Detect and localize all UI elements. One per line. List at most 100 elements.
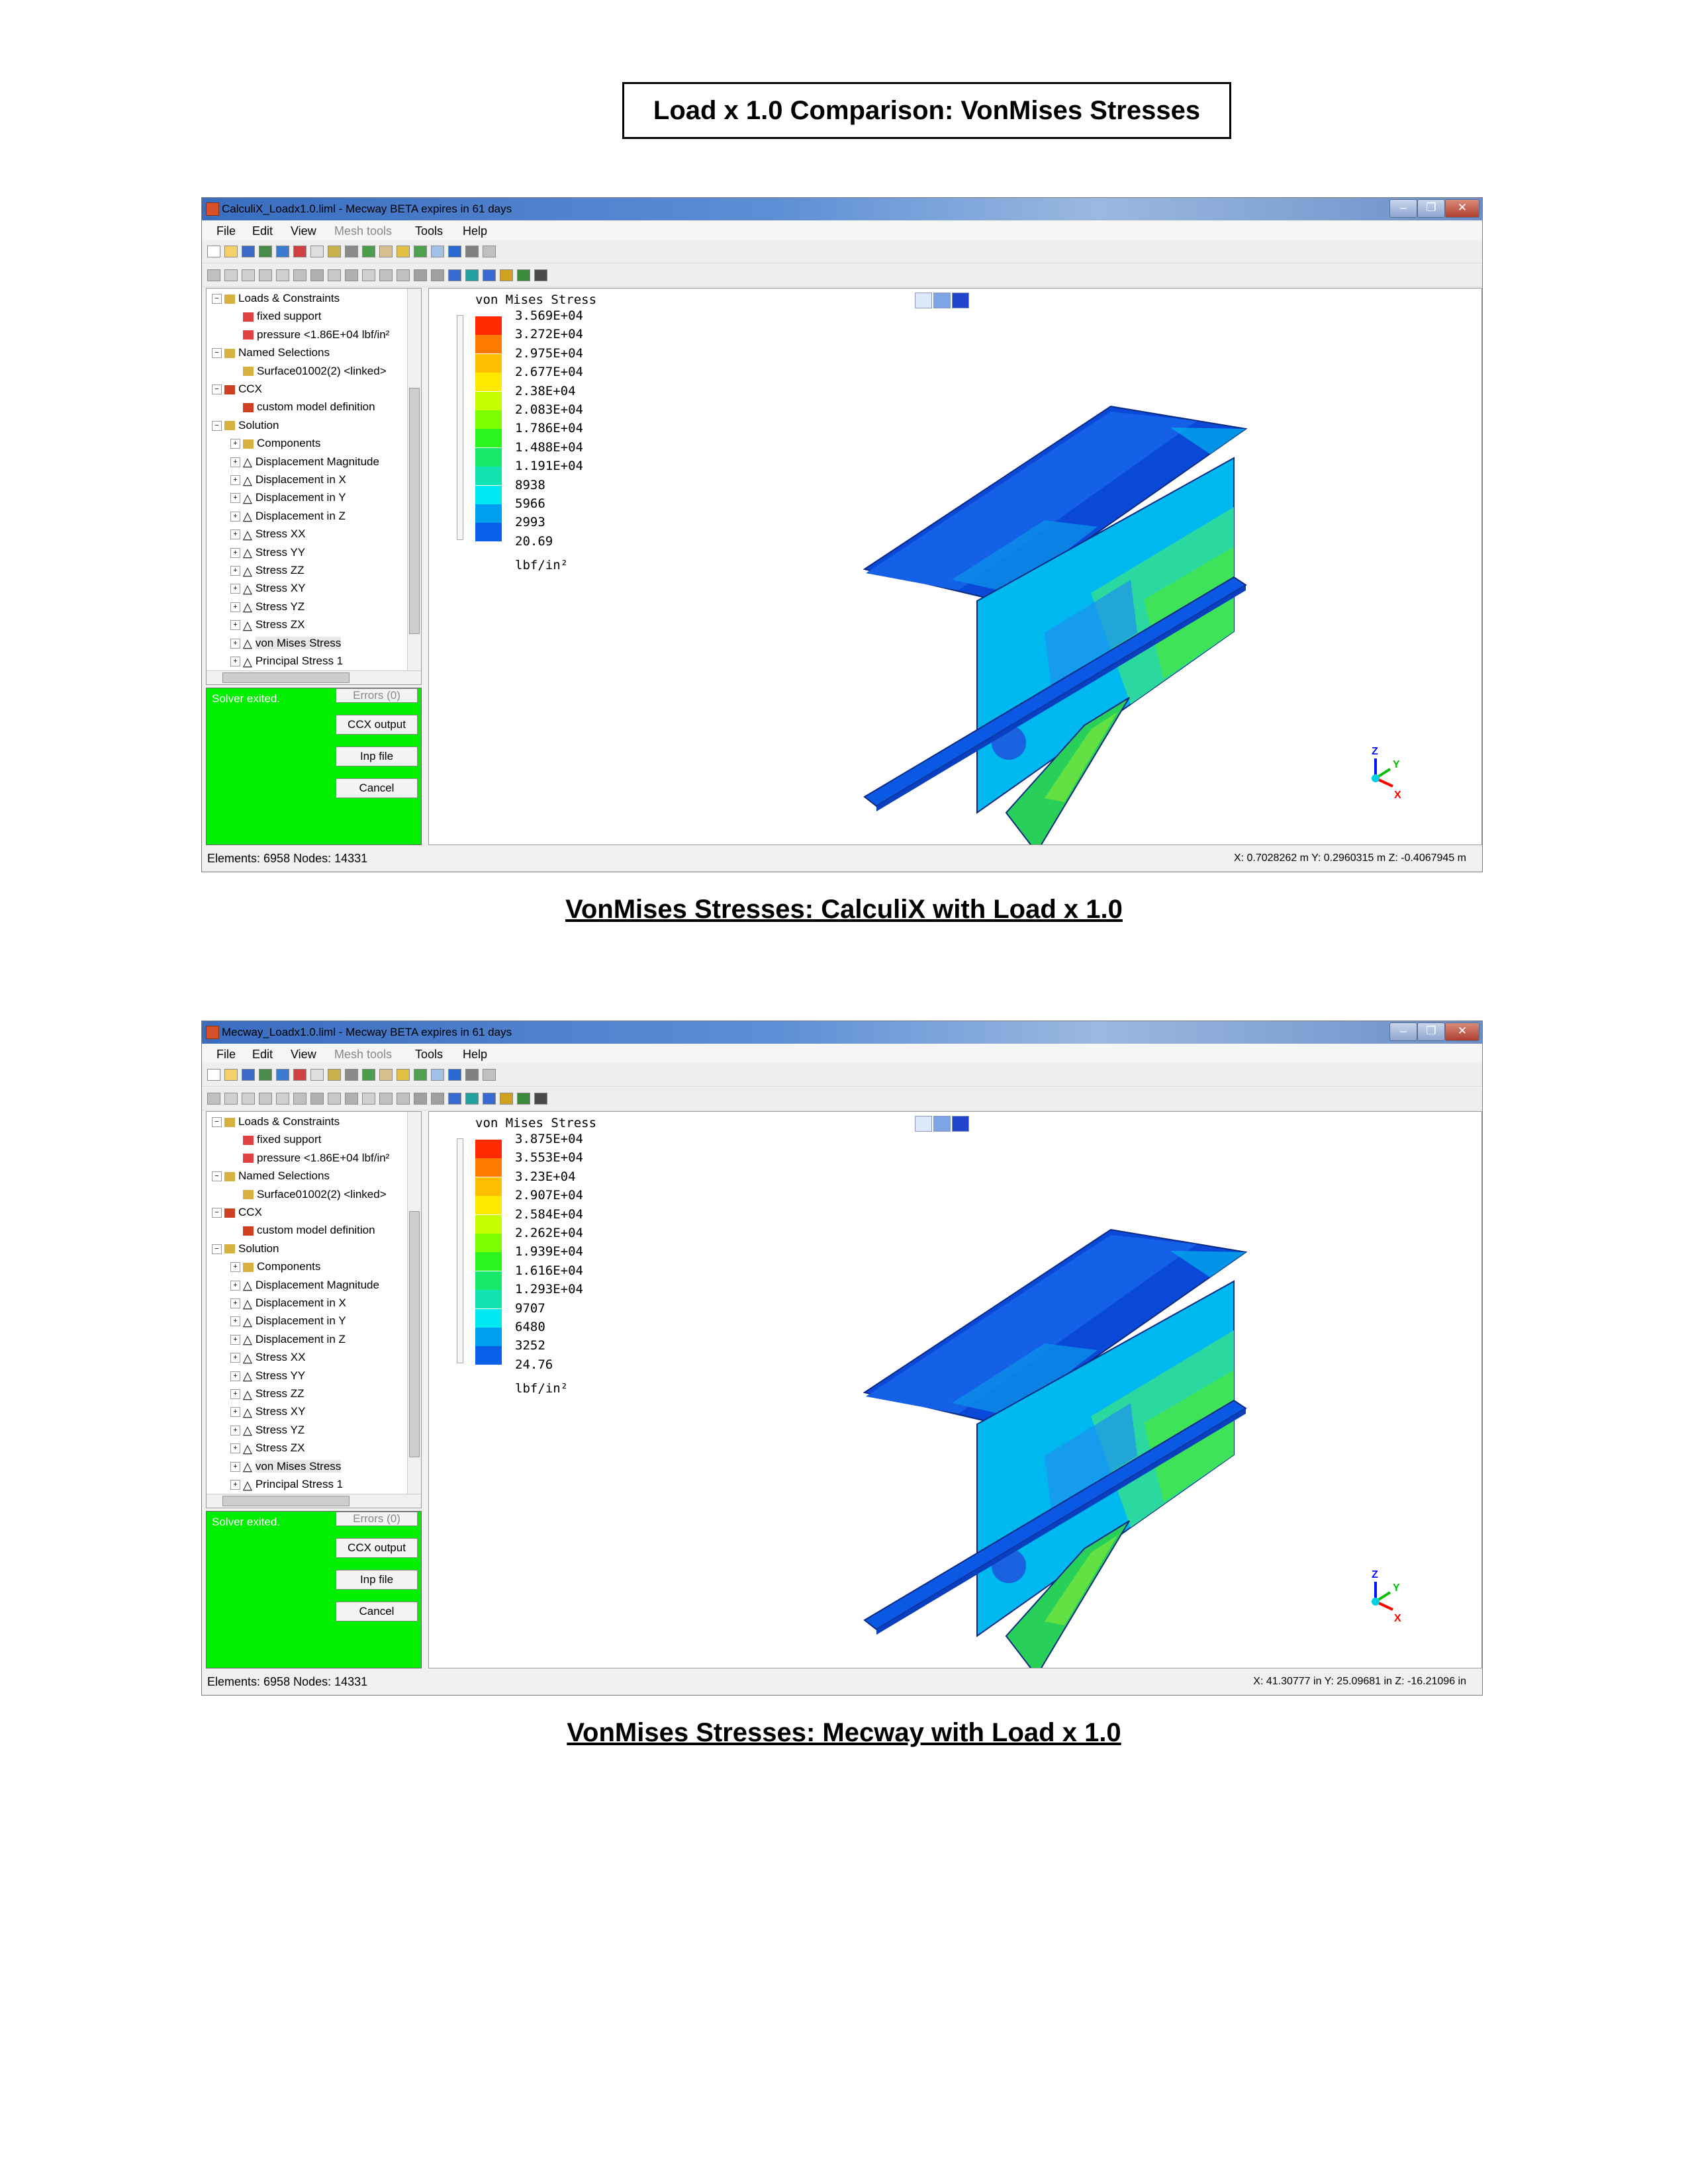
mesh-toolbar-button-12[interactable] [397,269,410,281]
mesh-toolbar-button-10[interactable] [362,1093,375,1105]
toolbar-button-3[interactable] [242,1069,255,1081]
toolbar-button-7[interactable] [310,246,324,257]
toolbar-button-9[interactable] [345,1069,358,1081]
expand-toggle-icon[interactable]: − [212,1117,222,1128]
menu-help[interactable]: Help [463,224,487,238]
mesh-toolbar-button-19[interactable] [517,269,530,281]
mesh-toolbar-button-6[interactable] [293,269,306,281]
menu-file[interactable]: File [216,1048,236,1062]
expand-toggle-icon[interactable]: + [230,529,240,540]
tree-item[interactable]: + △ Stress YY [230,1367,305,1385]
mesh-toolbar-button-16[interactable] [465,1093,479,1105]
tree-vertical-scrollbar[interactable] [407,1112,421,1508]
expand-toggle-icon[interactable]: + [230,439,240,449]
expand-toggle-icon[interactable]: + [230,1371,240,1381]
tree-item[interactable]: + △ Stress ZZ [230,562,305,579]
expand-toggle-icon[interactable]: + [230,1461,240,1472]
tree-item[interactable]: − Loads & Constraints [212,290,340,307]
expand-toggle-icon[interactable]: + [230,1316,240,1327]
mesh-toolbar-button-12[interactable] [397,1093,410,1105]
expand-toggle-icon[interactable]: + [230,1425,240,1435]
toolbar-button-10[interactable] [362,1069,375,1081]
expand-toggle-icon[interactable]: + [230,584,240,594]
expand-toggle-icon[interactable]: + [230,1443,240,1454]
toolbar-button-1[interactable] [207,246,220,257]
expand-toggle-icon[interactable]: + [230,1334,240,1345]
tree-horizontal-scrollbar[interactable] [207,1494,421,1508]
mesh-toolbar-button-4[interactable] [259,269,272,281]
toolbar-button-14[interactable] [431,246,444,257]
mesh-toolbar-button-7[interactable] [310,1093,324,1105]
tree-item[interactable]: − CCX [212,1204,262,1221]
tree-item[interactable]: − Named Selections [212,344,330,361]
tree-horizontal-scrollbar[interactable] [207,670,421,684]
3d-viewport[interactable]: von Mises Stress lbf/in² [428,288,1482,845]
tree-item[interactable]: + Components [230,435,320,452]
cancel-button[interactable]: Cancel [336,1602,418,1621]
tree-item[interactable]: +Surface01002(2) <linked> [230,1186,387,1203]
tree-item[interactable]: − Solution [212,417,279,434]
menu-mesh-tools[interactable]: Mesh tools [334,1048,392,1062]
toolbar-button-9[interactable] [345,246,358,257]
toolbar-button-3[interactable] [242,246,255,257]
mesh-toolbar-button-1[interactable] [207,269,220,281]
tree-item[interactable]: +Surface01002(2) <linked> [230,363,387,380]
expand-toggle-icon[interactable]: + [230,1389,240,1400]
expand-toggle-icon[interactable]: + [230,457,240,467]
mesh-toolbar-button-13[interactable] [414,269,427,281]
inp-file-button[interactable]: Inp file [336,1570,418,1590]
menu-mesh-tools[interactable]: Mesh tools [334,224,392,238]
tree-item[interactable]: + △ Stress XX [230,525,305,543]
mesh-toolbar-button-17[interactable] [483,1093,496,1105]
title-bar[interactable]: CalculiX_Loadx1.0.liml - Mecway BETA exp… [202,198,1482,220]
tree-item[interactable]: +pressure <1.86E+04 lbf/in² [230,1150,389,1167]
toolbar-button-15[interactable] [448,246,461,257]
expand-toggle-icon[interactable]: + [230,1298,240,1309]
title-bar[interactable]: Mecway_Loadx1.0.liml - Mecway BETA expir… [202,1021,1482,1044]
toolbar-button-6[interactable] [293,246,306,257]
mesh-toolbar-button-11[interactable] [379,1093,393,1105]
expand-toggle-icon[interactable]: + [230,493,240,504]
expand-toggle-icon[interactable]: − [212,348,222,359]
menu-view[interactable]: View [291,1048,316,1062]
expand-toggle-icon[interactable]: + [230,1353,240,1363]
toolbar-button-17[interactable] [483,246,496,257]
mesh-toolbar-button-3[interactable] [242,1093,255,1105]
mesh-toolbar-button-2[interactable] [224,1093,238,1105]
menu-edit[interactable]: Edit [252,224,273,238]
maximize-button[interactable]: ❐ [1417,1023,1445,1041]
toolbar-button-11[interactable] [379,1069,393,1081]
tree-item[interactable]: + △ Principal Stress 1 [230,653,343,670]
tree-item[interactable]: − CCX [212,381,262,398]
mesh-toolbar-button-15[interactable] [448,1093,461,1105]
tree-item[interactable]: + △ Stress ZX [230,1439,305,1457]
minimize-button[interactable]: – [1389,199,1417,218]
tree-hscroll-thumb[interactable] [222,1496,350,1506]
mesh-toolbar-button-13[interactable] [414,1093,427,1105]
ccx-output-button[interactable]: CCX output [336,1538,418,1558]
toolbar-button-1[interactable] [207,1069,220,1081]
tree-item[interactable]: +custom model definition [230,1222,375,1239]
toolbar-button-14[interactable] [431,1069,444,1081]
tree-item[interactable]: + △ Displacement in Z [230,1331,346,1348]
tree-item[interactable]: +fixed support [230,1131,321,1148]
mesh-toolbar-button-14[interactable] [431,269,444,281]
expand-toggle-icon[interactable]: + [230,511,240,522]
mesh-toolbar-button-1[interactable] [207,1093,220,1105]
expand-toggle-icon[interactable]: − [212,385,222,395]
mesh-toolbar-button-19[interactable] [517,1093,530,1105]
errors-button[interactable]: Errors (0) [336,688,418,703]
tree-item[interactable]: − Named Selections [212,1167,330,1185]
mesh-toolbar-button-20[interactable] [534,1093,547,1105]
tree-item[interactable]: + △ Stress YZ [230,1422,305,1439]
toolbar-button-15[interactable] [448,1069,461,1081]
expand-toggle-icon[interactable]: + [230,1280,240,1291]
tree-item[interactable]: − Loads & Constraints [212,1113,340,1130]
toolbar-button-12[interactable] [397,1069,410,1081]
toolbar-button-7[interactable] [310,1069,324,1081]
expand-toggle-icon[interactable]: + [230,1407,240,1418]
toolbar-button-2[interactable] [224,1069,238,1081]
mesh-toolbar-button-9[interactable] [345,269,358,281]
toolbar-button-8[interactable] [328,1069,341,1081]
mesh-toolbar-button-5[interactable] [276,1093,289,1105]
